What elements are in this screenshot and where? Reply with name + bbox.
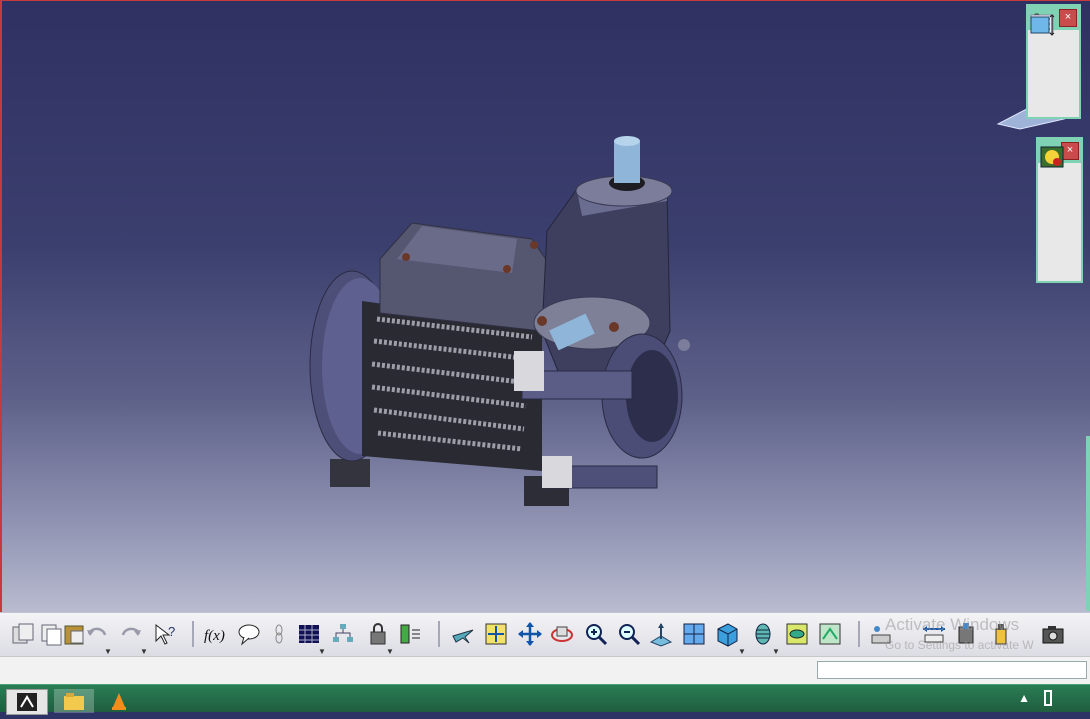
undo-icon[interactable] bbox=[84, 621, 110, 647]
motor-foot-left bbox=[330, 459, 370, 487]
swap-space-icon[interactable] bbox=[817, 621, 843, 647]
redo-icon[interactable] bbox=[118, 621, 144, 647]
taskbar-item-explorer[interactable] bbox=[54, 689, 94, 713]
motor-pump-model[interactable] bbox=[2, 1, 1090, 612]
color-view-icon[interactable] bbox=[1038, 143, 1066, 171]
link-icon[interactable] bbox=[266, 621, 292, 647]
pan-icon[interactable] bbox=[517, 621, 543, 647]
normal-view-icon[interactable] bbox=[648, 621, 674, 647]
file-explorer-icon bbox=[64, 693, 84, 710]
windows-taskbar: ▲ bbox=[0, 684, 1090, 715]
battery-icon[interactable] bbox=[1044, 690, 1052, 706]
fly-mode-icon[interactable] bbox=[450, 621, 476, 647]
paste-icon[interactable] bbox=[10, 621, 36, 647]
activate-windows-watermark: Activate Windows bbox=[885, 615, 1020, 634]
coupling-guard bbox=[514, 351, 544, 391]
close-icon[interactable]: × bbox=[1059, 9, 1077, 27]
hide-show-icon[interactable] bbox=[784, 621, 810, 647]
zoom-in-icon[interactable] bbox=[583, 621, 609, 647]
tree-icon[interactable] bbox=[330, 621, 356, 647]
comment-icon[interactable] bbox=[236, 621, 262, 647]
bottom-guard bbox=[542, 456, 572, 488]
status-bar bbox=[0, 656, 1090, 684]
formula-icon[interactable]: f(x) bbox=[203, 621, 229, 647]
right-dock-edge bbox=[1086, 436, 1090, 611]
svg-text:f(x): f(x) bbox=[204, 628, 225, 644]
activate-windows-subtext: Go to Settings to activate W bbox=[885, 638, 1034, 652]
taskbar-item-catia[interactable] bbox=[6, 689, 48, 715]
rotate-icon[interactable] bbox=[549, 621, 575, 647]
shading-icon[interactable] bbox=[750, 621, 776, 647]
copy-icon[interactable] bbox=[38, 621, 64, 647]
fit-all-icon[interactable] bbox=[483, 621, 509, 647]
dimension-frame-icon[interactable] bbox=[1028, 10, 1056, 38]
floating-toolbar-positioning[interactable]: P.. × bbox=[1036, 137, 1083, 283]
multi-view-icon[interactable] bbox=[681, 621, 707, 647]
select-list-icon[interactable] bbox=[398, 621, 424, 647]
table-icon[interactable] bbox=[296, 621, 322, 647]
taskbar-item-vlc[interactable] bbox=[104, 689, 134, 713]
catia-app-icon bbox=[17, 693, 37, 711]
top-pipe bbox=[614, 141, 640, 183]
main-toolbar: ▼ ▼ ? f(x) ▼ ▼ ▼ ▼ Activate Windows Go t… bbox=[0, 612, 1090, 656]
lock-icon[interactable] bbox=[365, 621, 391, 647]
vlc-icon bbox=[112, 693, 126, 710]
floating-toolbar-constraints[interactable]: C.. × bbox=[1026, 4, 1081, 119]
command-input[interactable] bbox=[817, 661, 1087, 679]
tray-up-arrow-icon[interactable]: ▲ bbox=[1018, 691, 1030, 705]
iso-view-icon[interactable] bbox=[714, 621, 740, 647]
whats-this-icon[interactable]: ? bbox=[152, 621, 178, 647]
svg-text:?: ? bbox=[168, 624, 175, 639]
camera-icon[interactable] bbox=[1040, 621, 1066, 647]
3d-viewport[interactable]: C.. × P.. × bbox=[0, 0, 1090, 612]
zoom-out-icon[interactable] bbox=[616, 621, 642, 647]
